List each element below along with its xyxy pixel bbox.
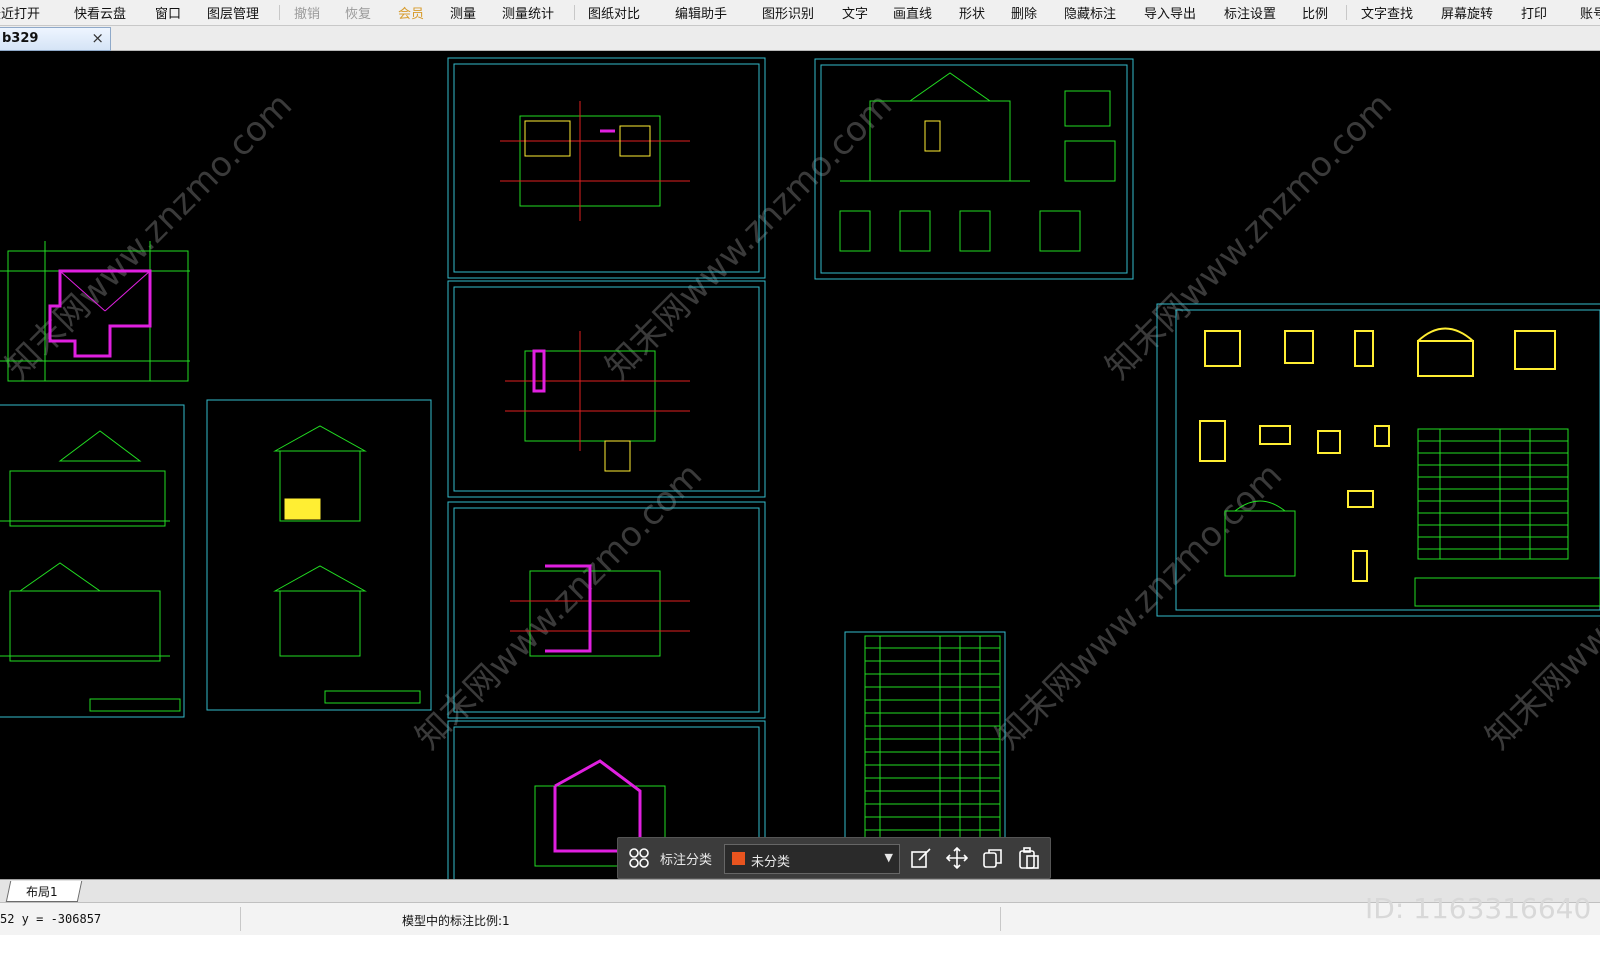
copy-icon[interactable] bbox=[982, 847, 1004, 869]
grid-icon[interactable] bbox=[628, 847, 650, 869]
toolbar-delete[interactable]: 删除 bbox=[1011, 3, 1037, 22]
document-tab-label: b329 bbox=[2, 31, 39, 46]
toolbar-account[interactable]: 账号 bbox=[1580, 3, 1600, 22]
status-bar: 52 y = -306857 模型中的标注比例:1 bbox=[0, 902, 1600, 935]
toolbar-text[interactable]: 文字 bbox=[842, 3, 868, 22]
annotation-category-label: 标注分类 bbox=[660, 853, 713, 868]
edit-icon[interactable] bbox=[910, 847, 932, 869]
toolbar-undo[interactable]: 撤销 bbox=[294, 3, 320, 22]
toolbar-edit-helper[interactable]: 编辑助手 bbox=[675, 3, 727, 22]
elevation-drawing-2 bbox=[273, 425, 421, 704]
toolbar-annotation-settings[interactable]: 标注设置 bbox=[1224, 3, 1276, 22]
layout-tab-label: 布局1 bbox=[26, 885, 58, 899]
annotation-category-toolbar: 标注分类 未分类 ▼ bbox=[617, 837, 1051, 879]
bottom-strip bbox=[0, 935, 1600, 953]
toolbar-separator bbox=[1346, 5, 1347, 20]
toolbar-window[interactable]: 窗口 bbox=[155, 3, 181, 22]
drawing-canvas[interactable]: 知末网www.znzmo.com 知末网www.znzmo.com 知末网www… bbox=[0, 51, 1600, 879]
cad-drawing: 知末网www.znzmo.com 知末网www.znzmo.com 知末网www… bbox=[0, 57, 1600, 879]
toolbar-shape-recognition[interactable]: 图形识别 bbox=[762, 3, 814, 22]
watermark-diagonal: 知末网www.znzmo.com 知末网www.znzmo.com 知末网www… bbox=[0, 85, 1600, 757]
close-icon[interactable]: × bbox=[91, 29, 104, 47]
annotation-scale-text: 模型中的标注比例:1 bbox=[402, 914, 510, 928]
id-watermark: ID: 1163316640 bbox=[1365, 892, 1592, 925]
chevron-down-icon: ▼ bbox=[884, 851, 893, 864]
toolbar-compare[interactable]: 图纸对比 bbox=[588, 3, 640, 22]
toolbar-shape[interactable]: 形状 bbox=[959, 3, 985, 22]
toolbar-measure-stats[interactable]: 测量统计 bbox=[502, 3, 554, 22]
toolbar-import-export[interactable]: 导入导出 bbox=[1144, 3, 1196, 22]
status-divider bbox=[1000, 907, 1001, 931]
toolbar-vip[interactable]: 会员 bbox=[398, 3, 424, 22]
layout-tab-bar: 布局1 bbox=[0, 879, 1600, 902]
document-tab[interactable]: b329 × bbox=[0, 27, 111, 51]
toolbar-redo[interactable]: 恢复 bbox=[345, 3, 371, 22]
category-selected-value: 未分类 bbox=[751, 855, 791, 870]
toolbar-recent-open[interactable]: 最近打开 bbox=[0, 3, 40, 22]
watermark-text: 知末网www.znzmo.com bbox=[988, 455, 1290, 757]
toolbar-separator bbox=[279, 5, 280, 20]
toolbar-layer-manager[interactable]: 图层管理 bbox=[207, 3, 259, 22]
status-divider bbox=[240, 907, 241, 931]
toolbar-scale[interactable]: 比例 bbox=[1302, 3, 1328, 22]
paste-icon[interactable] bbox=[1018, 847, 1040, 869]
watermark-text: 知末网www.znzmo.com bbox=[598, 85, 900, 387]
toolbar-print[interactable]: 打印 bbox=[1521, 3, 1547, 22]
toolbar-separator bbox=[574, 5, 575, 20]
toolbar-cloud-disk[interactable]: 快看云盘 bbox=[74, 3, 126, 22]
move-icon[interactable] bbox=[945, 846, 969, 870]
elevation-sheet-frame-2 bbox=[206, 399, 432, 711]
document-tab-bar: b329 × bbox=[0, 26, 1600, 51]
section-sheet-frame bbox=[814, 58, 1134, 280]
toolbar-draw-line[interactable]: 画直线 bbox=[893, 3, 932, 22]
category-color-swatch bbox=[732, 852, 745, 865]
toolbar-text-search[interactable]: 文字查找 bbox=[1361, 3, 1413, 22]
toolbar-measure[interactable]: 测量 bbox=[450, 3, 476, 22]
toolbar-screen-rotate[interactable]: 屏幕旋转 bbox=[1441, 3, 1493, 22]
elevation-drawing bbox=[0, 430, 181, 712]
brand-watermark: 知末 bbox=[1405, 865, 1541, 879]
toolbar-hide-annotations[interactable]: 隐藏标注 bbox=[1064, 3, 1116, 22]
coordinate-readout: 52 y = -306857 bbox=[0, 912, 102, 926]
main-toolbar: 最近打开 快看云盘 窗口 图层管理 撤销 恢复 会员 测量 测量统计 图纸对比 … bbox=[0, 0, 1600, 26]
annotation-category-select[interactable]: 未分类 ▼ bbox=[724, 844, 900, 874]
elevation-sheet-frame bbox=[0, 404, 185, 718]
